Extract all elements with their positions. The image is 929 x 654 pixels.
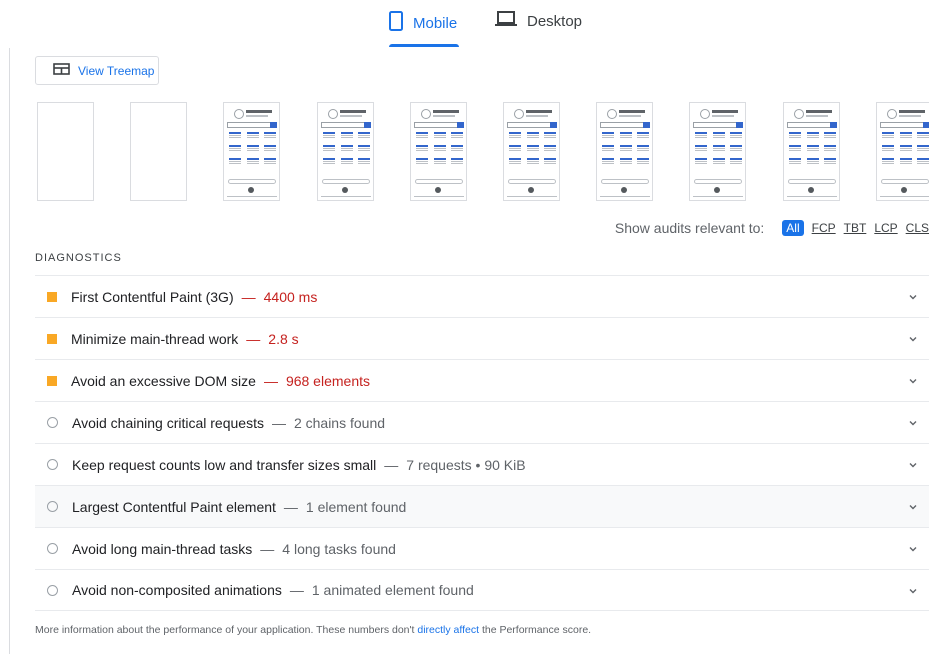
filter-cls[interactable]: CLS: [906, 221, 929, 235]
audit-display-value: 2 chains found: [293, 414, 386, 431]
filter-fcp[interactable]: FCP: [812, 221, 836, 235]
audit-separator: —: [260, 540, 275, 557]
filter-lcp[interactable]: LCP: [874, 221, 897, 235]
audit-row[interactable]: First Contentful Paint (3G) — 4400 ms: [35, 275, 929, 317]
audit-separator: —: [384, 456, 399, 473]
page-thumbnail: [877, 103, 929, 200]
audit-title: First Contentful Paint (3G): [71, 288, 234, 305]
laptop-icon: [495, 11, 517, 31]
audit-display-value: 1 animated element found: [311, 582, 474, 598]
audit-row[interactable]: Avoid non-composited animations — 1 anim…: [35, 569, 929, 611]
page-thumbnail: [224, 103, 279, 200]
page-thumbnail: [784, 103, 839, 200]
chevron-down-icon[interactable]: [907, 332, 919, 344]
audit-row[interactable]: Minimize main-thread work — 2.8 s: [35, 317, 929, 359]
filmstrip-frame: [876, 102, 929, 201]
info-circle-icon: [47, 584, 58, 596]
audit-display-value: 7 requests • 90 KiB: [406, 456, 526, 473]
tab-mobile-label: Mobile: [413, 14, 458, 32]
audit-row[interactable]: Avoid an excessive DOM size — 968 elemen…: [35, 359, 929, 401]
filmstrip: [0, 102, 929, 202]
filmstrip-frame: [503, 102, 560, 201]
page-thumbnail: [504, 103, 559, 200]
warning-square-icon: [47, 291, 57, 302]
filter-label: Show audits relevant to:: [614, 220, 765, 236]
audit-separator: —: [263, 372, 278, 389]
active-tab-indicator: [389, 44, 459, 47]
tab-desktop[interactable]: Desktop: [495, 11, 582, 31]
filmstrip-frame: [689, 102, 746, 201]
chevron-down-icon[interactable]: [907, 416, 919, 428]
audit-title: Avoid chaining critical requests: [72, 414, 264, 431]
audit-separator: —: [271, 414, 286, 431]
chevron-down-icon[interactable]: [907, 584, 919, 596]
audit-separator: —: [241, 288, 256, 305]
filmstrip-frame: [37, 102, 94, 201]
info-circle-icon: [47, 501, 58, 512]
audit-display-value: 968 elements: [285, 372, 370, 389]
view-treemap-button[interactable]: View Treemap: [35, 56, 159, 85]
chevron-down-icon[interactable]: [907, 500, 919, 512]
filmstrip-frame: [317, 102, 374, 201]
directly-affect-link[interactable]: directly affect: [417, 624, 479, 636]
audit-row[interactable]: Keep request counts low and transfer siz…: [35, 443, 929, 485]
chevron-down-icon[interactable]: [907, 542, 919, 554]
audit-title: Keep request counts low and transfer siz…: [72, 456, 377, 473]
treemap-icon: [53, 63, 70, 78]
filter-tbt[interactable]: TBT: [844, 221, 867, 235]
filmstrip-frame: [410, 102, 467, 201]
chevron-down-icon[interactable]: [907, 374, 919, 386]
info-circle-icon: [47, 543, 58, 554]
footer-text: More information about the performance o…: [35, 624, 418, 636]
diagnostics-heading: DIAGNOSTICS: [35, 252, 122, 264]
filmstrip-frame: [783, 102, 840, 201]
info-circle-icon: [47, 417, 58, 428]
filmstrip-frame: [130, 102, 187, 201]
warning-square-icon: [47, 375, 57, 386]
audit-title: Largest Contentful Paint element: [72, 498, 276, 515]
audit-separator: —: [283, 498, 298, 515]
page-thumbnail: [690, 103, 745, 200]
device-tabs: Mobile Desktop: [0, 0, 929, 48]
page-thumbnail: [318, 103, 373, 200]
audit-filter: Show audits relevant to: All FCP TBT LCP…: [615, 220, 929, 236]
audit-row[interactable]: Avoid long main-thread tasks — 4 long ta…: [35, 527, 929, 569]
audit-title: Avoid an excessive DOM size: [71, 372, 256, 389]
audit-display-value: 4400 ms: [263, 288, 318, 305]
audit-title: Avoid non-composited animations: [72, 582, 282, 598]
audit-list: First Contentful Paint (3G) — 4400 ms Mi…: [35, 275, 929, 611]
audit-display-value: 1 element found: [305, 498, 407, 515]
audit-display-value: 4 long tasks found: [282, 540, 396, 557]
footer-text-end: the Performance score.: [479, 624, 592, 636]
audit-separator: —: [246, 330, 261, 347]
tab-mobile[interactable]: Mobile: [389, 11, 457, 35]
audit-title: Avoid long main-thread tasks: [72, 540, 253, 557]
filmstrip-frame: [596, 102, 653, 201]
audit-display-value: 2.8 s: [268, 330, 299, 347]
warning-square-icon: [47, 333, 57, 344]
filter-all[interactable]: All: [782, 220, 804, 236]
tab-desktop-label: Desktop: [527, 12, 583, 30]
audit-row[interactable]: Avoid chaining critical requests — 2 cha…: [35, 401, 929, 443]
audit-row[interactable]: Largest Contentful Paint element — 1 ele…: [35, 485, 929, 527]
audit-title: Minimize main-thread work: [71, 330, 239, 347]
page-thumbnail: [411, 103, 466, 200]
filmstrip-frame: [223, 102, 280, 201]
info-circle-icon: [47, 459, 58, 470]
audit-separator: —: [289, 582, 304, 598]
chevron-down-icon[interactable]: [907, 458, 919, 470]
phone-icon: [389, 11, 403, 35]
view-treemap-label: View Treemap: [78, 63, 155, 78]
diagnostics-footer: More information about the performance o…: [35, 624, 591, 636]
page-thumbnail: [597, 103, 652, 200]
chevron-down-icon[interactable]: [907, 290, 919, 302]
